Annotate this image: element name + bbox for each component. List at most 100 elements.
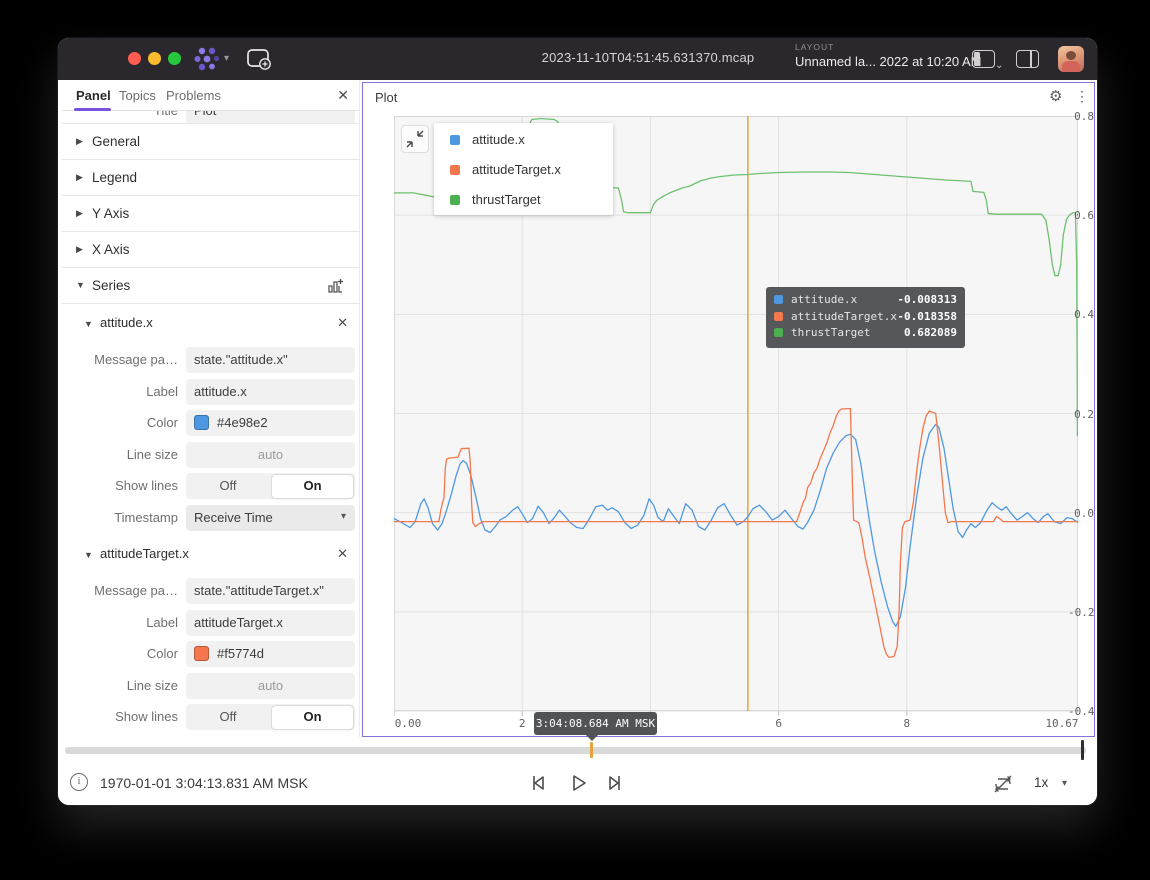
user-avatar[interactable]: [1058, 46, 1084, 72]
message-path-input[interactable]: state."attitudeTarget.x": [186, 578, 355, 604]
title-field-row-clipped: Title Plot: [62, 111, 359, 124]
x-tick-label: 0.00: [395, 717, 422, 730]
plot-panel: Plot ⚙ ⋮ 0.80.60.40.20.0-0.2-0.4 0.00246…: [362, 82, 1095, 737]
series-color-swatch: [774, 312, 783, 321]
show-lines-on[interactable]: On: [272, 475, 353, 498]
label-input[interactable]: attitudeTarget.x: [186, 610, 355, 636]
y-tick-label: 0.0: [1068, 507, 1094, 520]
seek-forward-icon[interactable]: [603, 771, 627, 795]
remove-series-icon[interactable]: ✕: [337, 546, 348, 562]
color-input[interactable]: #4e98e2: [186, 410, 355, 436]
color-swatch[interactable]: [194, 415, 209, 430]
label-input[interactable]: attitude.x: [186, 379, 355, 405]
info-icon[interactable]: i: [70, 773, 88, 791]
tooltip-row: attitudeTarget.x -0.018358: [774, 309, 957, 326]
y-tick-label: 0.8: [1068, 110, 1094, 123]
panel-menu-kebab-icon[interactable]: ⋮: [1075, 88, 1089, 105]
series-color-swatch: [774, 328, 783, 337]
playback-scrubber[interactable]: [65, 747, 1086, 754]
panel-title: Plot: [375, 90, 397, 105]
chevron-down-icon: ▼: [84, 550, 93, 560]
show-lines-toggle: Off On: [186, 473, 355, 499]
data-source-title: 2023-11-10T04:51:45.631370.mcap: [478, 50, 818, 65]
x-tick-label: 10.67: [1045, 717, 1078, 730]
field-label: Label attitude.x: [62, 376, 359, 408]
series-header-attitude-x[interactable]: ▼ attitude.x ✕: [62, 307, 359, 340]
show-lines-on[interactable]: On: [272, 706, 353, 729]
panel-settings-gear-icon[interactable]: ⚙: [1049, 87, 1062, 105]
y-tick-label: 0.6: [1068, 209, 1094, 222]
section-x-axis[interactable]: ▶ X Axis: [62, 232, 359, 268]
legend-item-attitude-x[interactable]: attitude.x: [434, 125, 613, 155]
layout-eyebrow: LAYOUT: [795, 42, 981, 52]
loop-off-icon[interactable]: [992, 773, 1014, 795]
chevron-right-icon: ▶: [76, 136, 83, 147]
series-header-attitude-target-x[interactable]: ▼ attitudeTarget.x ✕: [62, 538, 359, 571]
app-menu-chevron-icon[interactable]: ▾: [224, 53, 229, 64]
section-y-axis[interactable]: ▶ Y Axis: [62, 196, 359, 232]
close-sidebar-icon[interactable]: ✕: [337, 87, 349, 104]
chevron-down-icon: ▼: [84, 319, 93, 329]
playback-speed[interactable]: 1x: [1034, 775, 1048, 790]
show-lines-toggle: Off On: [186, 704, 355, 730]
play-icon[interactable]: [566, 771, 590, 795]
tab-panel[interactable]: Panel: [76, 88, 111, 103]
timestamp-select[interactable]: Receive Time: [186, 505, 355, 531]
collapse-arrows-icon: [402, 126, 428, 152]
line-size-input[interactable]: auto: [186, 442, 355, 468]
scrubber-time-tooltip: 3:04:08.684 AM MSK: [534, 712, 657, 735]
field-show-lines: Show lines Off On: [62, 470, 359, 502]
layout-name: Unnamed la... 2022 at 10:20 AM: [795, 54, 981, 69]
field-color: Color #4e98e2: [62, 407, 359, 439]
show-lines-off[interactable]: Off: [186, 473, 270, 499]
settings-sidebar: Panel Topics Problems ✕ Title Plot ▶ Gen…: [62, 80, 360, 737]
field-show-lines: Show lines Off On: [62, 701, 359, 733]
remove-series-icon[interactable]: ✕: [337, 315, 348, 331]
field-timestamp: Timestamp Receive Time: [62, 502, 359, 534]
section-series[interactable]: ▼ Series: [62, 268, 359, 304]
collapse-legend-button[interactable]: [401, 125, 429, 153]
layout-chevron-icon: ⌄: [995, 60, 1003, 71]
zoom-window-button[interactable]: [168, 52, 181, 65]
tab-problems[interactable]: Problems: [166, 88, 221, 103]
seek-backward-icon[interactable]: [526, 771, 550, 795]
x-tick-label: 2: [519, 717, 526, 730]
x-tick-label: 8: [904, 717, 911, 730]
y-tick-label: 0.2: [1068, 408, 1094, 421]
legend-item-attitude-target-x[interactable]: attitudeTarget.x: [434, 155, 613, 185]
tooltip-row: attitude.x -0.008313: [774, 292, 957, 309]
add-series-icon[interactable]: [327, 277, 345, 295]
y-tick-label: 0.4: [1068, 308, 1094, 321]
show-lines-off[interactable]: Off: [186, 704, 270, 730]
series-color-swatch: [450, 195, 460, 205]
add-panel-icon[interactable]: [246, 48, 272, 70]
current-timestamp: 1970-01-01 3:04:13.831 AM MSK: [100, 775, 308, 791]
field-message-path: Message pa… state."attitudeTarget.x": [62, 575, 359, 607]
speed-chevron-icon[interactable]: ▾: [1062, 778, 1067, 789]
chevron-right-icon: ▶: [76, 208, 83, 219]
field-message-path: Message pa… state."attitude.x": [62, 344, 359, 376]
section-general[interactable]: ▶ General: [62, 124, 359, 160]
title-field-input[interactable]: Plot: [186, 111, 355, 124]
toggle-left-sidebar-button[interactable]: [972, 50, 995, 68]
minimize-window-button[interactable]: [148, 52, 161, 65]
foxglove-logo-icon[interactable]: [193, 46, 221, 72]
field-line-size: Line size auto: [62, 670, 359, 702]
legend-item-thrust-target[interactable]: thrustTarget: [434, 185, 613, 215]
scrubber-end-marker: [1081, 740, 1084, 760]
layout-menu[interactable]: LAYOUT Unnamed la... 2022 at 10:20 AM ⌄: [795, 42, 981, 69]
close-window-button[interactable]: [128, 52, 141, 65]
title-bar: ▾ 2023-11-10T04:51:45.631370.mcap LAYOUT…: [58, 38, 1097, 80]
toggle-right-sidebar-button[interactable]: [1016, 50, 1039, 68]
color-swatch[interactable]: [194, 646, 209, 661]
chevron-right-icon: ▶: [76, 172, 83, 183]
field-color: Color #f5774d: [62, 638, 359, 670]
color-input[interactable]: #f5774d: [186, 641, 355, 667]
line-size-input[interactable]: auto: [186, 673, 355, 699]
x-tick-label: 6: [775, 717, 782, 730]
section-legend[interactable]: ▶ Legend: [62, 160, 359, 196]
message-path-input[interactable]: state."attitude.x": [186, 347, 355, 373]
tab-topics[interactable]: Topics: [119, 88, 156, 103]
series-color-swatch: [450, 165, 460, 175]
scrubber-playhead-marker[interactable]: [590, 742, 593, 758]
